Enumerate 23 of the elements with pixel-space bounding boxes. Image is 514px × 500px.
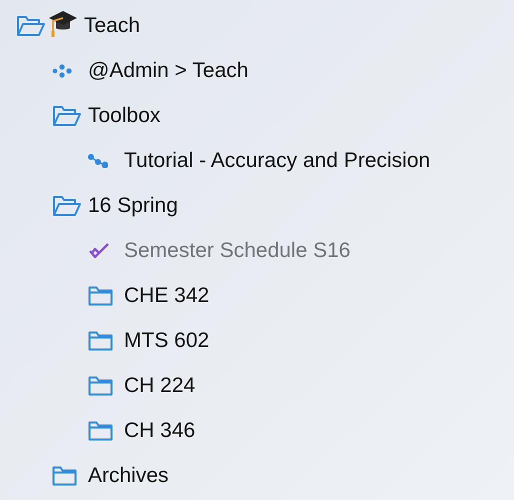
open-folder-icon xyxy=(52,194,82,216)
folder-icon xyxy=(52,466,77,486)
graduation-cap-icon xyxy=(48,8,78,38)
tree-item-label[interactable]: Semester Schedule S16 xyxy=(124,234,350,266)
tree-item-label[interactable]: @Admin > Teach xyxy=(88,54,248,86)
checkmark-icon xyxy=(88,242,110,260)
dots-icon xyxy=(52,64,72,78)
tree-item-label[interactable]: CH 346 xyxy=(124,414,196,446)
tree-item-label[interactable]: CH 224 xyxy=(124,370,196,402)
open-folder-icon xyxy=(16,14,46,36)
tree-item-label[interactable]: 16 Spring xyxy=(88,190,178,222)
connected-dots-icon xyxy=(88,154,108,168)
folder-icon xyxy=(88,286,113,306)
open-folder-icon xyxy=(52,104,82,126)
tree-item-label[interactable]: Teach xyxy=(84,10,140,42)
folder-icon xyxy=(88,420,113,440)
tree-item-label[interactable]: CHE 342 xyxy=(124,280,210,312)
tree-item-label[interactable]: Tutorial - Accuracy and Precision xyxy=(124,144,430,176)
tree-item-label[interactable]: MTS 602 xyxy=(124,324,210,356)
folder-icon xyxy=(88,330,113,350)
folder-icon xyxy=(88,376,113,396)
tree-item-label[interactable]: Archives xyxy=(88,460,169,492)
tree-item-label[interactable]: Toolbox xyxy=(88,100,160,132)
